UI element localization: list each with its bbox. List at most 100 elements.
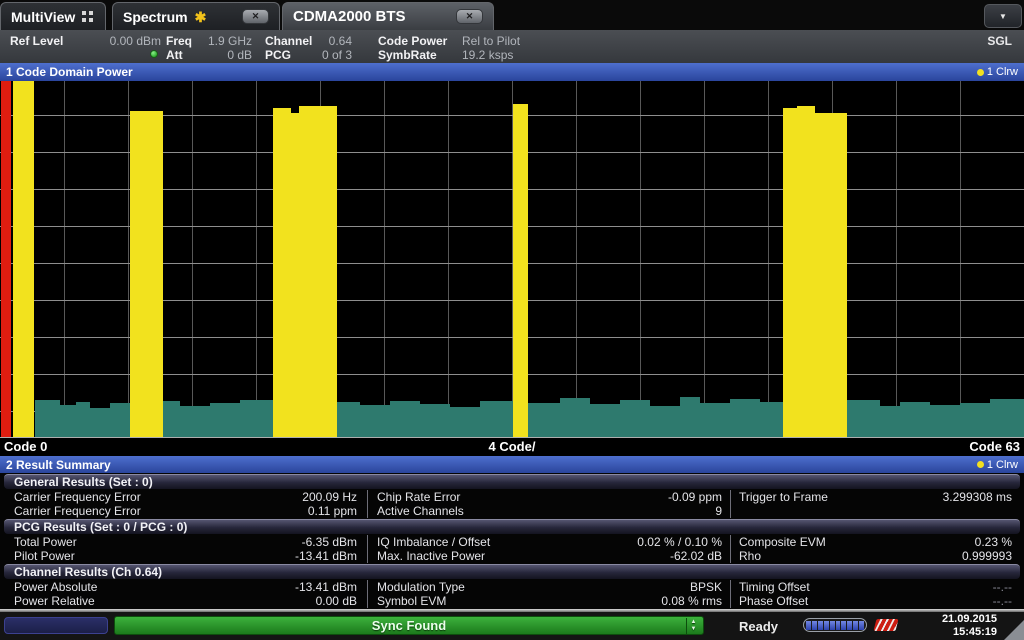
column-divider — [367, 580, 368, 594]
inactive-channel-bar — [360, 405, 390, 437]
tab-multiview[interactable]: MultiView — [0, 2, 106, 30]
tab-spectrum-close-icon[interactable]: ✕ — [242, 9, 269, 24]
active-channel-bar — [291, 113, 299, 437]
window-resize-grip[interactable] — [1004, 620, 1024, 640]
inactive-channel-bar — [560, 398, 590, 437]
active-channel-bar — [797, 106, 815, 437]
result-label: IQ Imbalance / Offset — [377, 535, 549, 549]
tab-cdma2000-close-icon[interactable]: ✕ — [456, 9, 483, 24]
gridline-vertical — [768, 81, 769, 437]
sync-status-text: Sync Found — [372, 618, 446, 633]
result-value: BPSK — [553, 580, 722, 594]
result-label: Carrier Frequency Error — [14, 490, 204, 504]
gridline-vertical — [128, 81, 129, 437]
inactive-channel-bar — [620, 400, 650, 437]
inactive-channel-bar — [760, 402, 783, 437]
trace1-legend-2[interactable]: 1 Clrw — [977, 459, 1018, 471]
star-icon: ✱ — [195, 10, 207, 24]
x-axis-center-label: 4 Code/ — [0, 439, 1024, 454]
channel-value[interactable]: 0.64 — [308, 34, 352, 48]
instrument-screen: MultiView Spectrum ✱ ✕ CDMA2000 BTS ✕ ▼ … — [0, 0, 1024, 640]
sync-status-message[interactable]: Sync Found ▲ ▼ — [114, 616, 704, 635]
window1-title: 1 Code Domain Power — [6, 65, 133, 79]
column-divider — [367, 549, 368, 563]
active-channel-bar — [1, 81, 11, 437]
ref-level-label[interactable]: Ref Level — [10, 34, 63, 48]
result-label: Symbol EVM — [377, 594, 549, 608]
symbrate-value[interactable]: 19.2 ksps — [462, 48, 513, 62]
channel-settings-bar: Ref Level 0.00 dBm Freq 1.9 GHz Channel … — [0, 30, 1024, 63]
tab-cdma2000-bts[interactable]: CDMA2000 BTS ✕ — [282, 2, 494, 30]
table-row: Power Relative 0.00 dB Symbol EVM 0.08 %… — [0, 594, 1024, 608]
channel-label[interactable]: Channel — [265, 34, 312, 48]
progress-segment — [806, 621, 811, 630]
tab-overflow-button[interactable]: ▼ — [984, 4, 1022, 28]
tab-cdma2000-bts-label: CDMA2000 BTS — [293, 8, 406, 25]
tab-multiview-label: MultiView — [11, 9, 75, 25]
date-time-display: 21.09.2015 15:45:19 — [942, 613, 997, 639]
gridline-vertical — [448, 81, 449, 437]
att-value[interactable]: 0 dB — [196, 48, 252, 62]
active-channel-bar — [273, 108, 291, 437]
trace1-label-2: 1 Clrw — [987, 459, 1018, 471]
freq-label[interactable]: Freq — [166, 34, 192, 48]
inactive-channel-bar — [337, 402, 360, 437]
table-row: Total Power -6.35 dBm IQ Imbalance / Off… — [0, 535, 1024, 549]
sequencer-indicator — [4, 617, 108, 634]
result-value: -13.41 dBm — [215, 580, 357, 594]
tab-bar: MultiView Spectrum ✱ ✕ CDMA2000 BTS ✕ ▼ — [0, 0, 1024, 30]
trace1-legend[interactable]: 1 Clrw — [977, 66, 1018, 78]
gridline-vertical — [960, 81, 961, 437]
trace-color-dot-icon — [977, 69, 984, 76]
ref-level-value[interactable]: 0.00 dBm — [85, 34, 161, 48]
progress-segment — [853, 621, 858, 630]
freq-value[interactable]: 1.9 GHz — [196, 34, 252, 48]
result-value: 0.08 % rms — [553, 594, 722, 608]
column-divider — [367, 594, 368, 608]
inactive-channel-bar — [990, 399, 1024, 437]
gridline-vertical — [192, 81, 193, 437]
att-label[interactable]: Att — [166, 48, 183, 62]
status-message-spinner[interactable]: ▲ ▼ — [686, 618, 700, 634]
gridline-vertical — [896, 81, 897, 437]
error-indicator-icon[interactable] — [874, 619, 899, 631]
result-label: Chip Rate Error — [377, 490, 549, 504]
trace-color-dot-icon — [977, 461, 984, 468]
inactive-channel-bar — [900, 402, 930, 437]
column-divider — [730, 594, 731, 608]
x-axis-right-label: Code 63 — [969, 439, 1020, 454]
result-value: --.-- — [835, 594, 1012, 608]
window2-title: 2 Result Summary — [6, 458, 111, 472]
inactive-channel-bar — [210, 403, 240, 437]
active-channel-bar — [513, 104, 528, 437]
gridline-vertical — [640, 81, 641, 437]
inactive-channel-bar — [680, 397, 700, 437]
result-value: -13.41 dBm — [215, 549, 357, 563]
inactive-channel-bar — [650, 406, 680, 437]
inactive-channel-bar — [180, 406, 210, 437]
code-power-value[interactable]: Rel to Pilot — [462, 34, 520, 48]
column-divider — [730, 535, 731, 549]
inactive-channel-bar — [450, 407, 480, 437]
code-domain-chart[interactable]: -10-20-30-40-50-60-70-80-90 — [0, 81, 1024, 437]
progress-segment — [830, 621, 835, 630]
tab-spectrum[interactable]: Spectrum ✱ ✕ — [112, 2, 280, 30]
gridline-vertical — [704, 81, 705, 437]
symbrate-label[interactable]: SymbRate — [378, 48, 437, 62]
inactive-channel-bar — [960, 403, 990, 437]
progress-segment — [836, 621, 841, 630]
measurement-progress-bar — [803, 618, 867, 632]
time-label: 15:45:19 — [942, 626, 997, 639]
pcg-value[interactable]: 0 of 3 — [300, 48, 352, 62]
result-value: 0.02 % / 0.10 % — [553, 535, 722, 549]
progress-segment — [824, 621, 829, 630]
result-value: 0.999993 — [835, 549, 1012, 563]
column-divider — [730, 549, 731, 563]
inactive-channel-bar — [240, 400, 273, 437]
status-bar: Sync Found ▲ ▼ Ready 21.09.2015 15:45:19 — [0, 609, 1024, 640]
pcg-label[interactable]: PCG — [265, 48, 291, 62]
active-channel-bar — [815, 113, 847, 437]
code-power-label[interactable]: Code Power — [378, 34, 447, 48]
chevron-down-icon: ▼ — [999, 12, 1007, 21]
active-channel-bar — [13, 81, 34, 437]
